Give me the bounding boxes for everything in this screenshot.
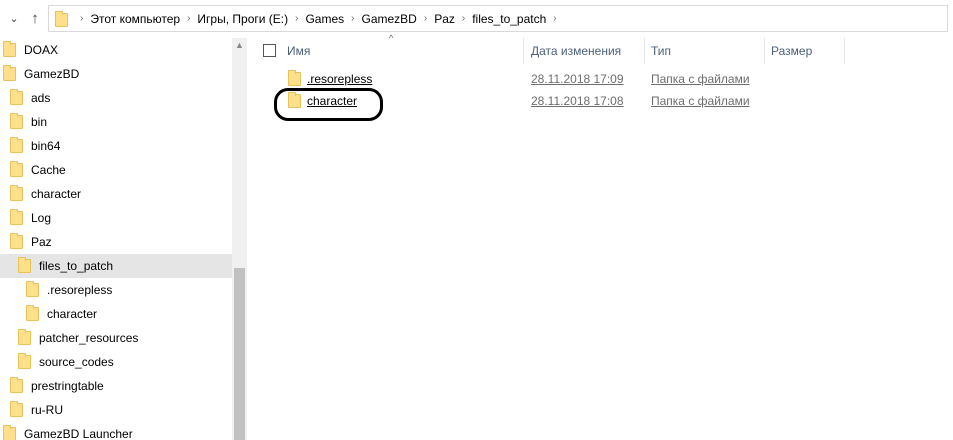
nav-item-label: GamezBD — [24, 67, 80, 81]
folder-icon — [10, 209, 23, 225]
nav-item-ru-ru[interactable]: ru-RU — [0, 398, 232, 422]
folder-icon — [10, 89, 23, 105]
scrollbar-thumb[interactable] — [234, 268, 245, 440]
column-header-row: Имя Дата изменения Тип Размер — [247, 38, 953, 64]
nav-item-ads[interactable]: ads — [0, 86, 232, 110]
nav-item-label: DOAX — [24, 43, 59, 57]
nav-item-cache[interactable]: Cache — [0, 158, 232, 182]
breadcrumb-item[interactable]: Games — [305, 12, 344, 26]
column-header-size[interactable]: Размер — [765, 38, 845, 64]
column-header-type[interactable]: Тип — [645, 38, 765, 64]
folder-icon — [55, 10, 68, 27]
breadcrumb-item[interactable]: GamezBD — [361, 12, 416, 26]
nav-item-label: prestringtable — [31, 379, 104, 393]
nav-item-paz[interactable]: Paz — [0, 230, 232, 254]
nav-item-label: .resorepless — [47, 283, 113, 297]
nav-item-bin[interactable]: bin — [0, 110, 232, 134]
folder-icon — [10, 113, 23, 129]
recent-locations-chevron-down-icon[interactable]: ⌄ — [6, 9, 22, 29]
folder-icon — [18, 353, 31, 369]
nav-item-label: patcher_resources — [39, 331, 139, 345]
column-header-name[interactable]: Имя — [281, 38, 524, 64]
nav-item-label: GamezBD Launcher — [24, 427, 133, 440]
nav-item-label: ads — [31, 91, 51, 105]
folder-icon — [288, 70, 301, 86]
folder-icon — [3, 425, 16, 440]
file-name[interactable]: character — [307, 90, 357, 112]
chevron-right-icon[interactable]: › — [295, 13, 298, 24]
folder-icon — [3, 41, 16, 57]
folder-icon — [18, 257, 31, 273]
file-date: 28.11.2018 17:08 — [531, 94, 624, 108]
nav-item-label: files_to_patch — [39, 259, 114, 273]
nav-item-label: character — [47, 307, 98, 321]
nav-item-gamezbd-launcher[interactable]: GamezBD Launcher — [0, 422, 232, 440]
file-type: Папка с файлами — [651, 72, 750, 86]
nav-item-label: character — [31, 187, 82, 201]
nav-item-character[interactable]: character — [0, 182, 232, 206]
nav-item-patcher-resources[interactable]: patcher_resources — [0, 326, 232, 350]
nav-item-files-to-patch[interactable]: files_to_patch — [0, 254, 232, 278]
file-date: 28.11.2018 17:09 — [531, 72, 624, 86]
file-row[interactable]: character 28.11.2018 17:08 Папка с файла… — [247, 90, 953, 112]
file-list: ^ Имя Дата изменения Тип Размер .resorep… — [247, 33, 953, 440]
chevron-right-icon[interactable]: › — [424, 13, 427, 24]
folder-icon — [10, 185, 23, 201]
breadcrumb-item[interactable]: Игры, Проги (E:) — [197, 12, 288, 26]
nav-item-doax[interactable]: DOAX — [0, 38, 232, 62]
file-name[interactable]: .resorepless — [307, 68, 372, 90]
chevron-right-icon[interactable]: › — [462, 13, 465, 24]
breadcrumb: › Этот компьютер › Игры, Проги (E:) › Ga… — [73, 6, 564, 31]
nav-item-label: Log — [31, 211, 52, 225]
up-arrow-icon[interactable]: ↑ — [27, 9, 43, 29]
nav-item-label: source_codes — [39, 355, 114, 369]
nav-item-log[interactable]: Log — [0, 206, 232, 230]
folder-icon — [18, 329, 31, 345]
chevron-right-icon[interactable]: › — [351, 13, 354, 24]
folder-icon — [26, 305, 39, 321]
breadcrumb-item[interactable]: Paz — [434, 12, 455, 26]
folder-icon — [26, 281, 39, 297]
nav-item-bin64[interactable]: bin64 — [0, 134, 232, 158]
nav-item-label: Paz — [31, 235, 52, 249]
nav-item-label: ru-RU — [31, 403, 63, 417]
nav-item-label: bin64 — [31, 139, 61, 153]
chevron-right-icon[interactable]: › — [187, 13, 190, 24]
select-all-checkbox[interactable] — [263, 44, 276, 57]
breadcrumb-item[interactable]: files_to_patch — [472, 12, 546, 26]
column-header-date[interactable]: Дата изменения — [525, 38, 645, 64]
folder-icon — [10, 233, 23, 249]
folder-icon — [10, 401, 23, 417]
folder-icon — [10, 377, 23, 393]
address-bar-area: ⌄ ↑ › Этот компьютер › Игры, Проги (E:) … — [0, 0, 953, 38]
nav-item-resorepless[interactable]: .resorepless — [0, 278, 232, 302]
nav-item-label: Cache — [31, 163, 66, 177]
address-bar[interactable]: › Этот компьютер › Игры, Проги (E:) › Ga… — [48, 5, 948, 32]
breadcrumb-item[interactable]: Этот компьютер — [90, 12, 180, 26]
folder-icon — [10, 137, 23, 153]
folder-icon — [10, 161, 23, 177]
nav-item-label: bin — [31, 115, 48, 129]
file-type: Папка с файлами — [651, 94, 750, 108]
folder-icon — [288, 92, 301, 108]
nav-item-prestringtable[interactable]: prestringtable — [0, 374, 232, 398]
nav-item-gamezbd[interactable]: GamezBD — [0, 62, 232, 86]
navigation-scrollbar[interactable]: ▲ — [232, 38, 247, 440]
chevron-right-icon[interactable]: › — [80, 13, 83, 24]
nav-item-source-codes[interactable]: source_codes — [0, 350, 232, 374]
chevron-right-icon[interactable]: › — [553, 13, 556, 24]
navigation-pane: DOAX GamezBD ads bin bin64 Cache charact… — [0, 38, 232, 440]
file-row[interactable]: .resorepless 28.11.2018 17:09 Папка с фа… — [247, 68, 953, 90]
folder-icon — [3, 65, 16, 81]
nav-item-character-sub[interactable]: character — [0, 302, 232, 326]
scroll-up-arrow-icon[interactable]: ▲ — [232, 40, 247, 50]
